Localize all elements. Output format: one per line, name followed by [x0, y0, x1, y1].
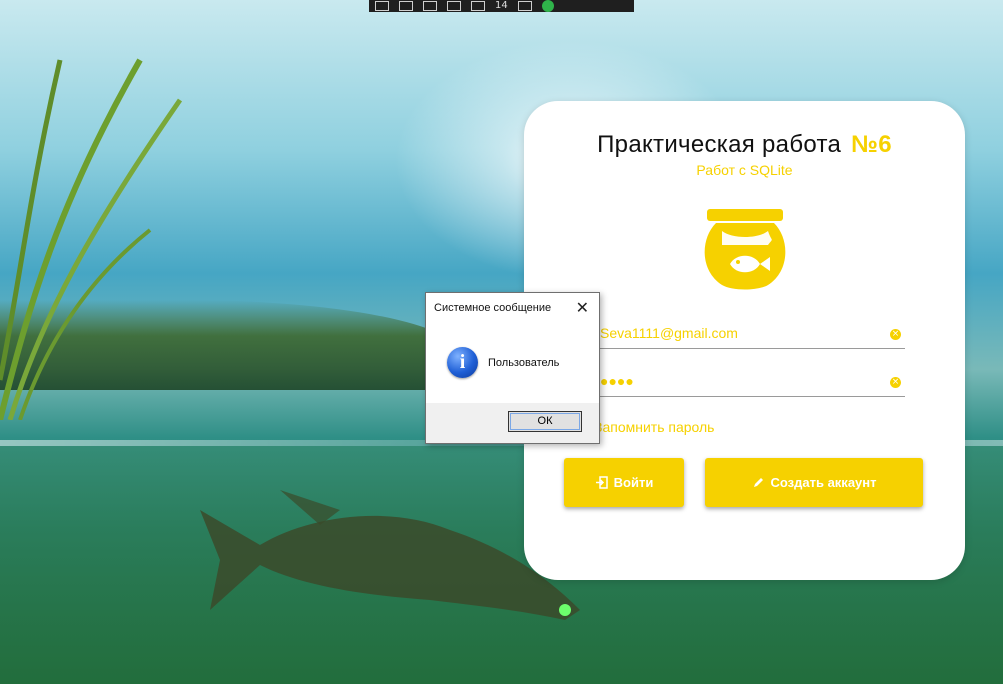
dialog-title: Системное сообщение [434, 302, 552, 314]
accessibility-icon[interactable] [517, 1, 532, 11]
top-toolbar: 14 [369, 0, 634, 12]
create-account-label: Создать аккаунт [770, 475, 877, 490]
display-layout-icon[interactable] [399, 1, 413, 11]
login-button-label: Войти [613, 475, 654, 490]
login-icon [595, 476, 608, 489]
clear-password-icon[interactable]: × [890, 377, 901, 388]
cursor-icon[interactable] [423, 1, 437, 11]
dialog-message: Пользователь [488, 357, 560, 369]
password-value[interactable]: ●●●● [600, 373, 634, 389]
info-icon: i [447, 347, 478, 378]
email-value[interactable]: Seva1111@gmail.com [600, 325, 738, 341]
create-account-button[interactable]: Создать аккаунт [705, 458, 923, 507]
clear-email-icon[interactable]: × [890, 329, 901, 340]
ok-button[interactable]: ОК [508, 411, 582, 432]
title-number: №6 [851, 131, 892, 158]
pencil-icon [753, 478, 763, 487]
page-subtitle: Работ с SQLite [696, 162, 793, 178]
page-title: Практическая работа №6 [524, 131, 965, 159]
error-count-badge: 14 [495, 0, 508, 11]
login-button[interactable]: Войти [564, 458, 684, 507]
check-ok-icon[interactable] [541, 0, 554, 12]
grass-foreground [0, 58, 183, 420]
frame-icon[interactable] [447, 1, 461, 11]
close-icon[interactable]: ✕ [576, 298, 589, 318]
remember-password-checkbox[interactable]: Запомнить пароль [594, 419, 714, 435]
system-message-dialog: Системное сообщение ✕ i Пользователь ОК [425, 292, 600, 444]
dialog-footer: ОК [426, 403, 599, 443]
title-text: Практическая работа [597, 131, 842, 158]
fishbowl-icon [704, 209, 786, 290]
password-field[interactable]: ●●●● × [594, 367, 905, 397]
pointer-select-icon[interactable] [471, 1, 485, 11]
email-field[interactable]: Seva1111@gmail.com × [594, 319, 905, 349]
select-element-icon[interactable] [375, 1, 389, 11]
